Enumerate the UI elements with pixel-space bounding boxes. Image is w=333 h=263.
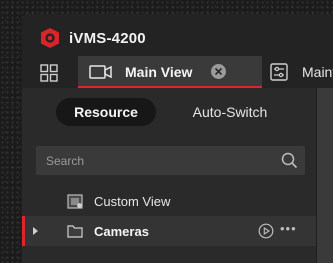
- search-icon[interactable]: [281, 152, 298, 169]
- title-bar: iVMS-4200: [22, 14, 333, 56]
- tree-item-label: Cameras: [94, 224, 149, 239]
- camera-icon: [89, 65, 112, 79]
- app-logo-icon: [41, 28, 59, 48]
- grid-icon: [40, 64, 58, 82]
- app-window: iVMS-4200 Main View Main Resource Auto-S…: [22, 14, 333, 263]
- tab-bar: Main View Mainter: [22, 56, 333, 88]
- tab-main-view[interactable]: Main View: [78, 56, 262, 88]
- more-options-icon[interactable]: •••: [280, 221, 297, 236]
- segment-resource[interactable]: Resource: [56, 98, 156, 126]
- search-input[interactable]: [36, 146, 271, 175]
- resource-panel: Resource Auto-Switch Custom View: [22, 88, 316, 263]
- tab-maintenance-label: Mainter: [302, 64, 333, 80]
- tab-close-button[interactable]: [211, 64, 226, 79]
- close-icon: [214, 67, 223, 76]
- tab-main-view-label: Main View: [125, 64, 193, 80]
- play-icon[interactable]: [258, 223, 274, 239]
- segment-auto-switch[interactable]: Auto-Switch: [170, 98, 290, 126]
- main-view-area: [316, 88, 333, 263]
- app-title: iVMS-4200: [69, 30, 146, 47]
- tree-item-custom-view[interactable]: Custom View: [22, 186, 316, 216]
- module-menu-button[interactable]: [37, 61, 61, 85]
- custom-view-icon: [67, 194, 83, 209]
- folder-icon: [67, 225, 83, 238]
- tree-item-label: Custom View: [94, 194, 171, 209]
- expand-arrow-icon[interactable]: [32, 226, 39, 236]
- maintenance-icon: [270, 63, 288, 81]
- tree-item-cameras[interactable]: Cameras •••: [22, 216, 316, 246]
- search-box: [36, 146, 305, 175]
- tab-maintenance[interactable]: Mainter: [268, 56, 333, 88]
